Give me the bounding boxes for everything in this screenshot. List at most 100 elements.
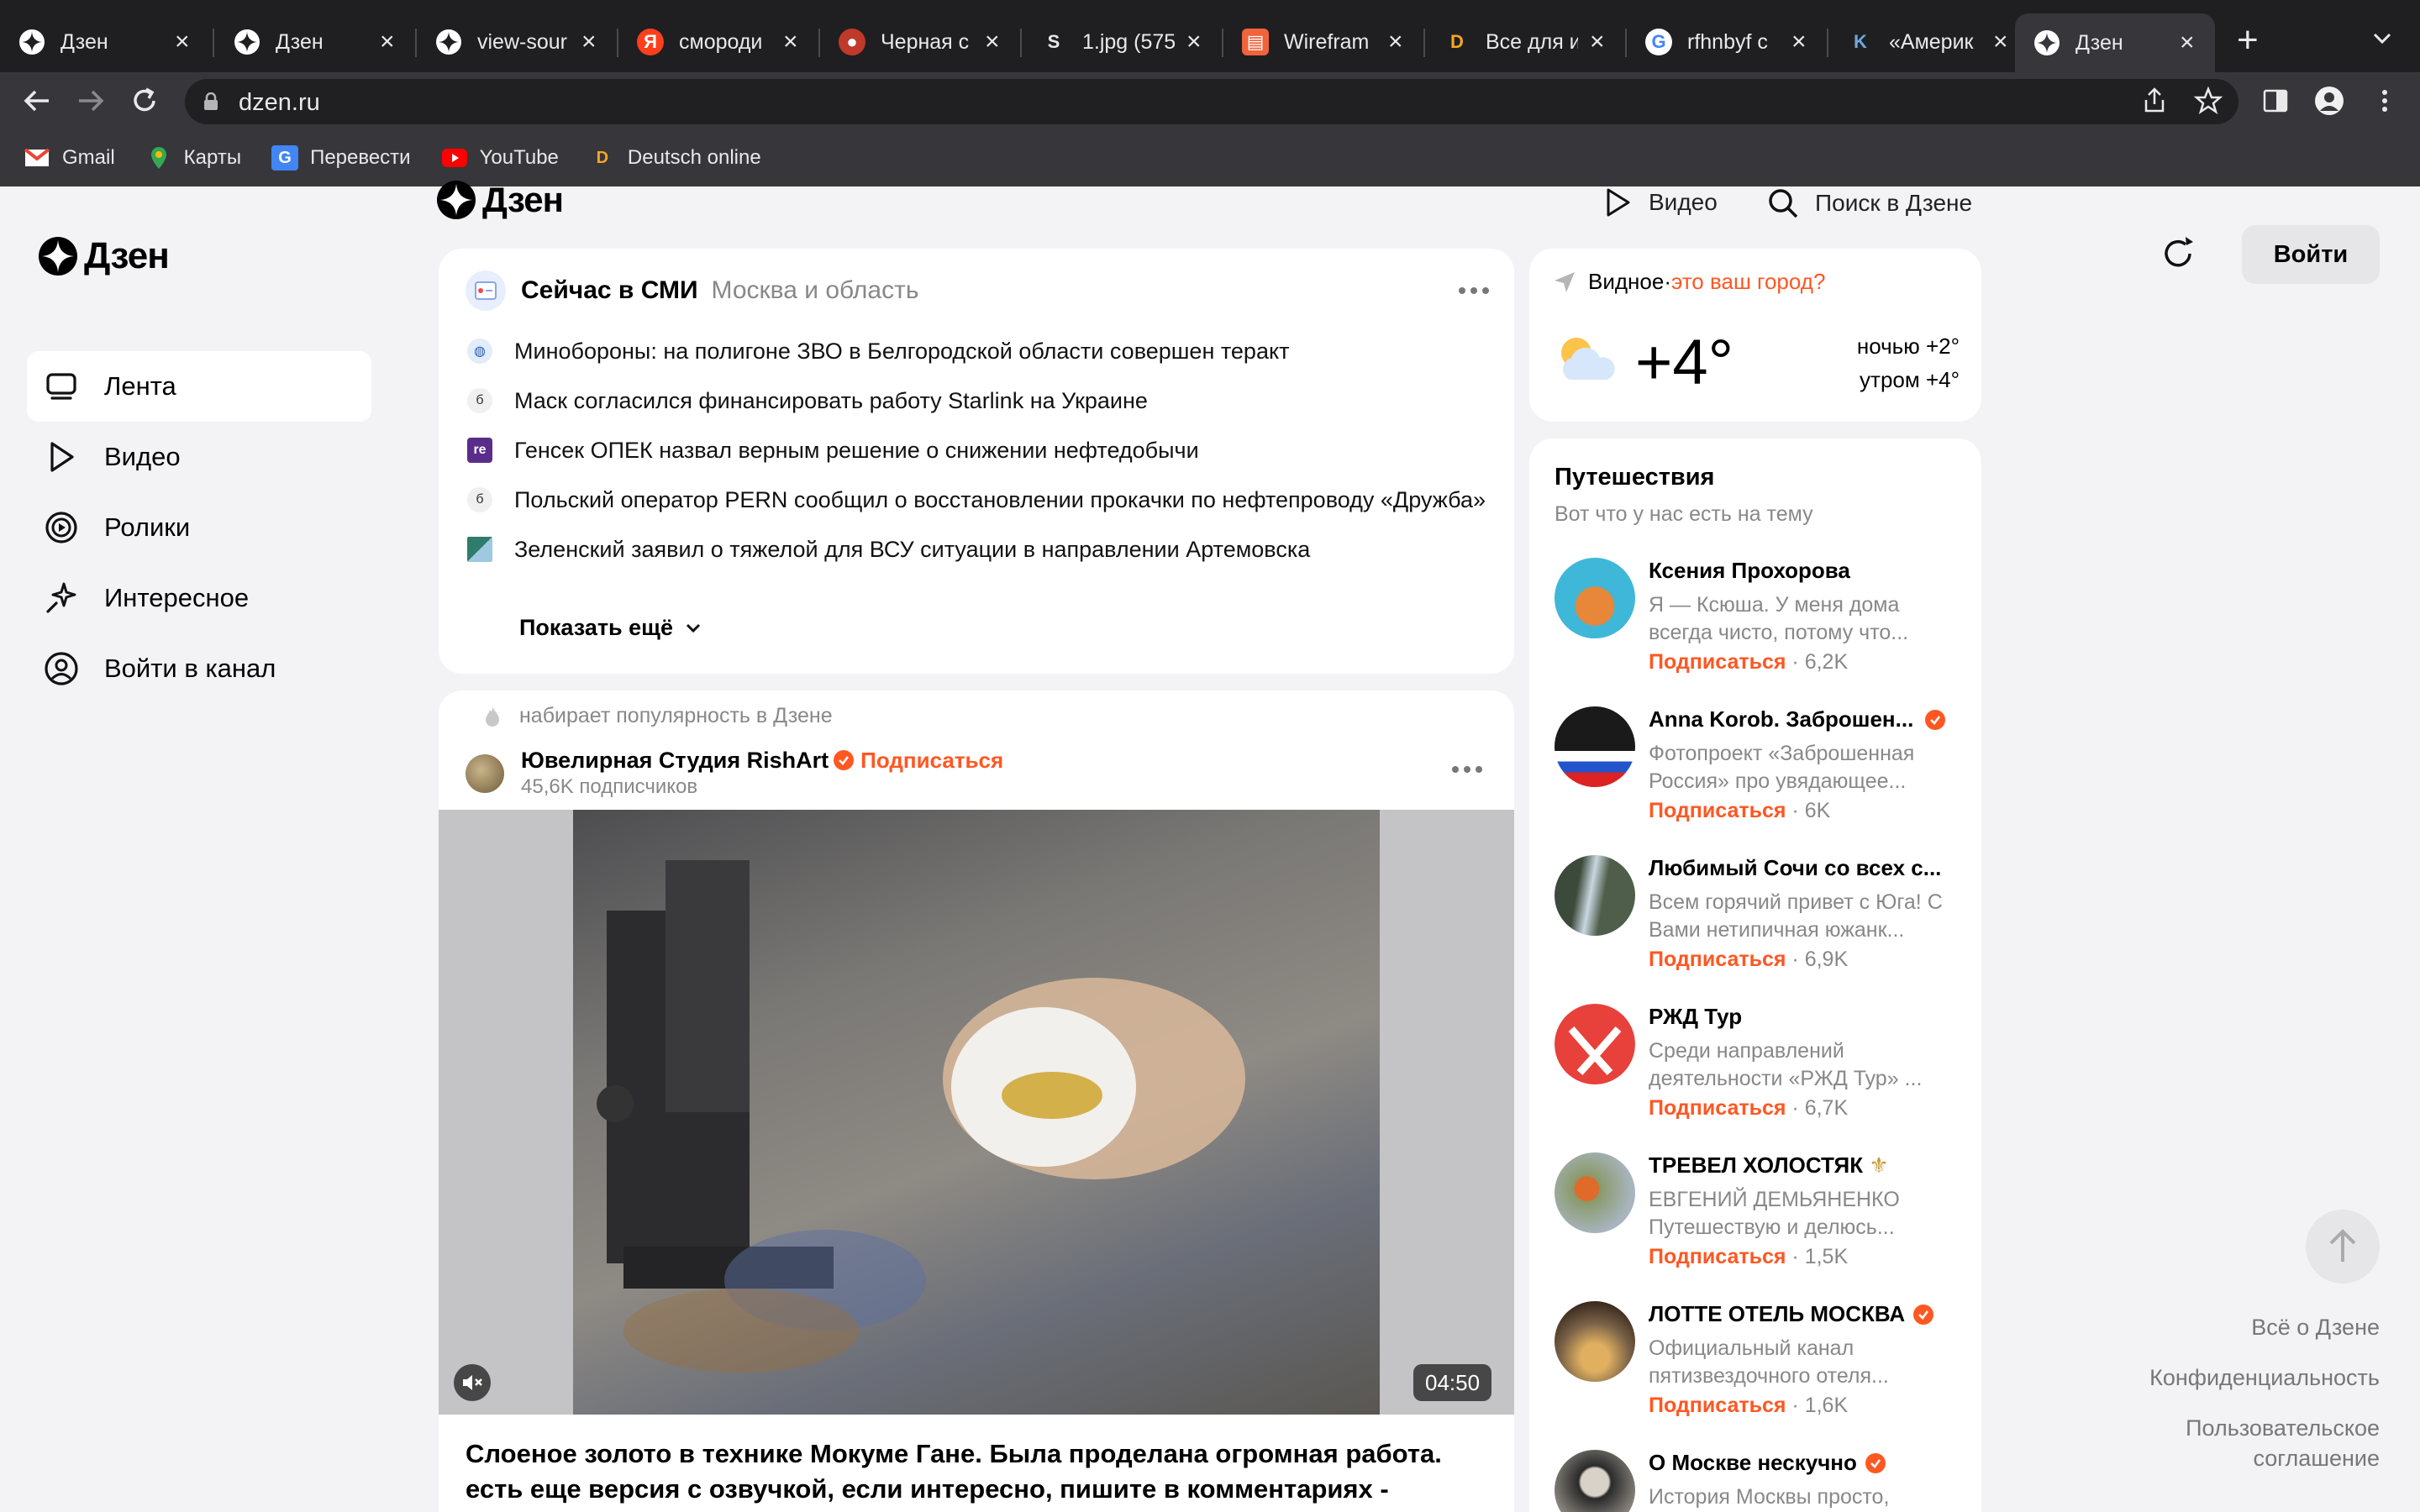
footer-about-link[interactable]: Всё о Дзене bbox=[2251, 1312, 2380, 1342]
s-icon: S bbox=[1047, 31, 1060, 52]
sparkle-icon bbox=[46, 582, 76, 613]
subscribe-button[interactable]: Подписаться bbox=[1649, 1096, 1786, 1120]
post-title[interactable]: Слоеное золото в технике Мокуме Гане. Бы… bbox=[466, 1436, 1491, 1507]
subscribe-button[interactable]: Подписаться bbox=[1649, 650, 1786, 674]
channel-item[interactable]: О Москве нескучно История Москвы просто, bbox=[1555, 1450, 1966, 1512]
close-icon[interactable]: × bbox=[1186, 29, 1207, 55]
site-icon: ● bbox=[839, 29, 865, 55]
tab-dzen-2[interactable]: Дзен × bbox=[215, 15, 415, 69]
nav-item-login-channel[interactable]: Войти в канал bbox=[27, 633, 371, 704]
channel-item[interactable]: ТРЕВЕЛ ХОЛОСТЯК ⚜ ЕВГЕНИЙ ДЕМЬЯНЕНКО Пут… bbox=[1555, 1152, 1966, 1287]
tab-image[interactable]: S 1.jpg (575 × bbox=[1022, 15, 1222, 69]
chevron-down-icon bbox=[686, 623, 701, 633]
forward-arrow-icon[interactable] bbox=[72, 82, 109, 119]
close-icon[interactable]: × bbox=[1791, 29, 1812, 55]
new-tab-button[interactable]: + bbox=[2237, 22, 2259, 59]
channel-item[interactable]: ЛОТТЕ ОТЕЛЬ МОСКВА Официальный канал пят… bbox=[1555, 1301, 1966, 1436]
weather-forecast: ночью +2° утром +4° bbox=[1856, 333, 1960, 392]
show-more-button[interactable]: Показать ещё bbox=[519, 615, 703, 641]
tab-dzen-1[interactable]: Дзен × bbox=[0, 15, 210, 69]
url-text: dzen.ru bbox=[239, 89, 320, 116]
channel-item[interactable]: Любимый Сочи со всех с... Всем горячий п… bbox=[1555, 855, 1966, 990]
nav-item-clips[interactable]: Ролики bbox=[27, 492, 371, 563]
subscribe-button[interactable]: Подписаться bbox=[1649, 948, 1786, 971]
dzen-icon bbox=[2033, 29, 2060, 56]
close-icon[interactable]: × bbox=[985, 29, 1005, 55]
channel-avatar bbox=[1555, 1450, 1635, 1512]
more-options-icon[interactable] bbox=[1459, 287, 1489, 296]
tab-deutsch[interactable]: D Все для и × bbox=[1425, 15, 1625, 69]
refresh-feed-icon[interactable] bbox=[2158, 234, 2198, 274]
footer-terms-link[interactable]: Пользовательское соглашение bbox=[2111, 1413, 2380, 1473]
channel-item[interactable]: Anna Korob. Заброшен... Фотопроект «Забр… bbox=[1555, 706, 1966, 841]
news-region[interactable]: Москва и область bbox=[712, 276, 919, 305]
nav-item-video[interactable]: Видео bbox=[27, 422, 371, 492]
subscribe-button[interactable]: Подписаться bbox=[1649, 1394, 1786, 1417]
subscribe-button[interactable]: Подписаться bbox=[1649, 1245, 1786, 1268]
bookmark-deutsch-online[interactable]: D Deutsch online bbox=[589, 145, 761, 171]
header-video-link[interactable]: Видео bbox=[1602, 186, 1718, 218]
tab-google[interactable]: G rfhnbyf c × bbox=[1627, 15, 1827, 69]
close-icon[interactable]: × bbox=[581, 29, 602, 55]
nav-item-feed[interactable]: Лента bbox=[27, 351, 371, 422]
header-logo-scrolled[interactable]: Дзен bbox=[437, 180, 564, 220]
footer-privacy-link[interactable]: Конфиденциальность bbox=[2149, 1362, 2380, 1393]
mute-icon[interactable] bbox=[454, 1364, 491, 1401]
nav-item-interesting[interactable]: Интересное bbox=[27, 563, 371, 633]
tab-view-source[interactable]: view-sour × bbox=[417, 15, 617, 69]
news-item[interactable]: б Польский оператор PERN сообщил о восст… bbox=[467, 485, 1492, 515]
address-bar[interactable]: dzen.ru bbox=[185, 79, 2238, 124]
subscribe-button[interactable]: Подписаться bbox=[1649, 799, 1786, 822]
bookmark-gmail[interactable]: Gmail bbox=[24, 145, 115, 171]
bookmark-youtube[interactable]: YouTube bbox=[441, 145, 559, 171]
subscribe-button[interactable]: Подписаться bbox=[860, 748, 1003, 773]
close-icon[interactable]: × bbox=[175, 29, 195, 55]
share-icon[interactable] bbox=[2139, 86, 2170, 116]
sidebar-toggle-icon[interactable] bbox=[2260, 86, 2291, 116]
close-icon[interactable]: × bbox=[1590, 29, 1610, 55]
news-card: Сейчас в СМИ Москва и область ◍ Миноборо… bbox=[439, 249, 1514, 674]
menu-dots-icon[interactable] bbox=[2370, 86, 2400, 116]
star-icon[interactable] bbox=[2193, 86, 2223, 116]
close-icon[interactable]: × bbox=[2180, 30, 2200, 55]
author-avatar[interactable] bbox=[466, 753, 504, 793]
news-item[interactable]: ◍ Минобороны: на полигоне ЗВО в Белгород… bbox=[467, 336, 1492, 366]
close-icon[interactable]: × bbox=[1388, 29, 1408, 55]
back-arrow-icon[interactable] bbox=[18, 82, 55, 119]
scroll-top-button[interactable] bbox=[2306, 1210, 2380, 1284]
close-icon[interactable]: × bbox=[380, 29, 400, 55]
bookmark-translate[interactable]: G Перевести bbox=[271, 145, 411, 171]
flag-icon bbox=[467, 537, 492, 562]
more-options-icon[interactable] bbox=[1452, 766, 1482, 774]
partly-cloudy-icon bbox=[1561, 338, 1615, 380]
deutsch-icon: D bbox=[1450, 31, 1464, 52]
header-search-link[interactable]: Поиск в Дзене bbox=[1766, 186, 1972, 220]
channel-item[interactable]: Ксения Прохорова Я — Ксюша. У меня дома … bbox=[1555, 558, 1966, 692]
tab-amerika[interactable]: K «Америк × bbox=[1828, 15, 2028, 69]
author-name[interactable]: Ювелирная Студия RishArt bbox=[521, 748, 829, 773]
video-frame bbox=[573, 810, 1380, 1415]
reload-icon[interactable] bbox=[126, 82, 163, 119]
news-item[interactable]: б Маск согласился финансировать работу S… bbox=[467, 386, 1492, 416]
tab-dzen-active[interactable]: Дзен × bbox=[2015, 13, 2215, 72]
login-button[interactable]: Войти bbox=[2242, 225, 2380, 284]
channel-item[interactable]: РЖД Тур Среди направлений деятельности «… bbox=[1555, 1004, 1966, 1138]
news-item[interactable]: Зеленский заявил о тяжелой для ВСУ ситуа… bbox=[467, 534, 1492, 564]
tab-wireframe[interactable]: ▤ Wirefram × bbox=[1223, 15, 1423, 69]
tab-smorodina[interactable]: Я смороди × bbox=[618, 15, 818, 69]
profile-icon[interactable] bbox=[2314, 86, 2344, 116]
chevron-down-icon[interactable] bbox=[2371, 27, 2393, 49]
channel-avatar bbox=[1555, 558, 1635, 638]
change-city-link[interactable]: это ваш город? bbox=[1671, 269, 1825, 295]
video-player[interactable]: 04:50 bbox=[439, 810, 1514, 1415]
play-icon bbox=[1607, 188, 1630, 217]
google-icon: G bbox=[1645, 29, 1672, 55]
header-logo[interactable]: Дзен bbox=[39, 235, 170, 277]
location-arrow-icon bbox=[1555, 271, 1575, 292]
wireframe-icon: ▤ bbox=[1242, 29, 1269, 55]
bookmark-maps[interactable]: Карты bbox=[145, 145, 241, 171]
tab-chernaya[interactable]: ● Черная с × bbox=[820, 15, 1020, 69]
news-item[interactable]: re Генсек ОПЕК назвал верным решение о с… bbox=[467, 435, 1492, 465]
close-icon[interactable]: × bbox=[1993, 29, 2013, 55]
close-icon[interactable]: × bbox=[783, 29, 803, 55]
